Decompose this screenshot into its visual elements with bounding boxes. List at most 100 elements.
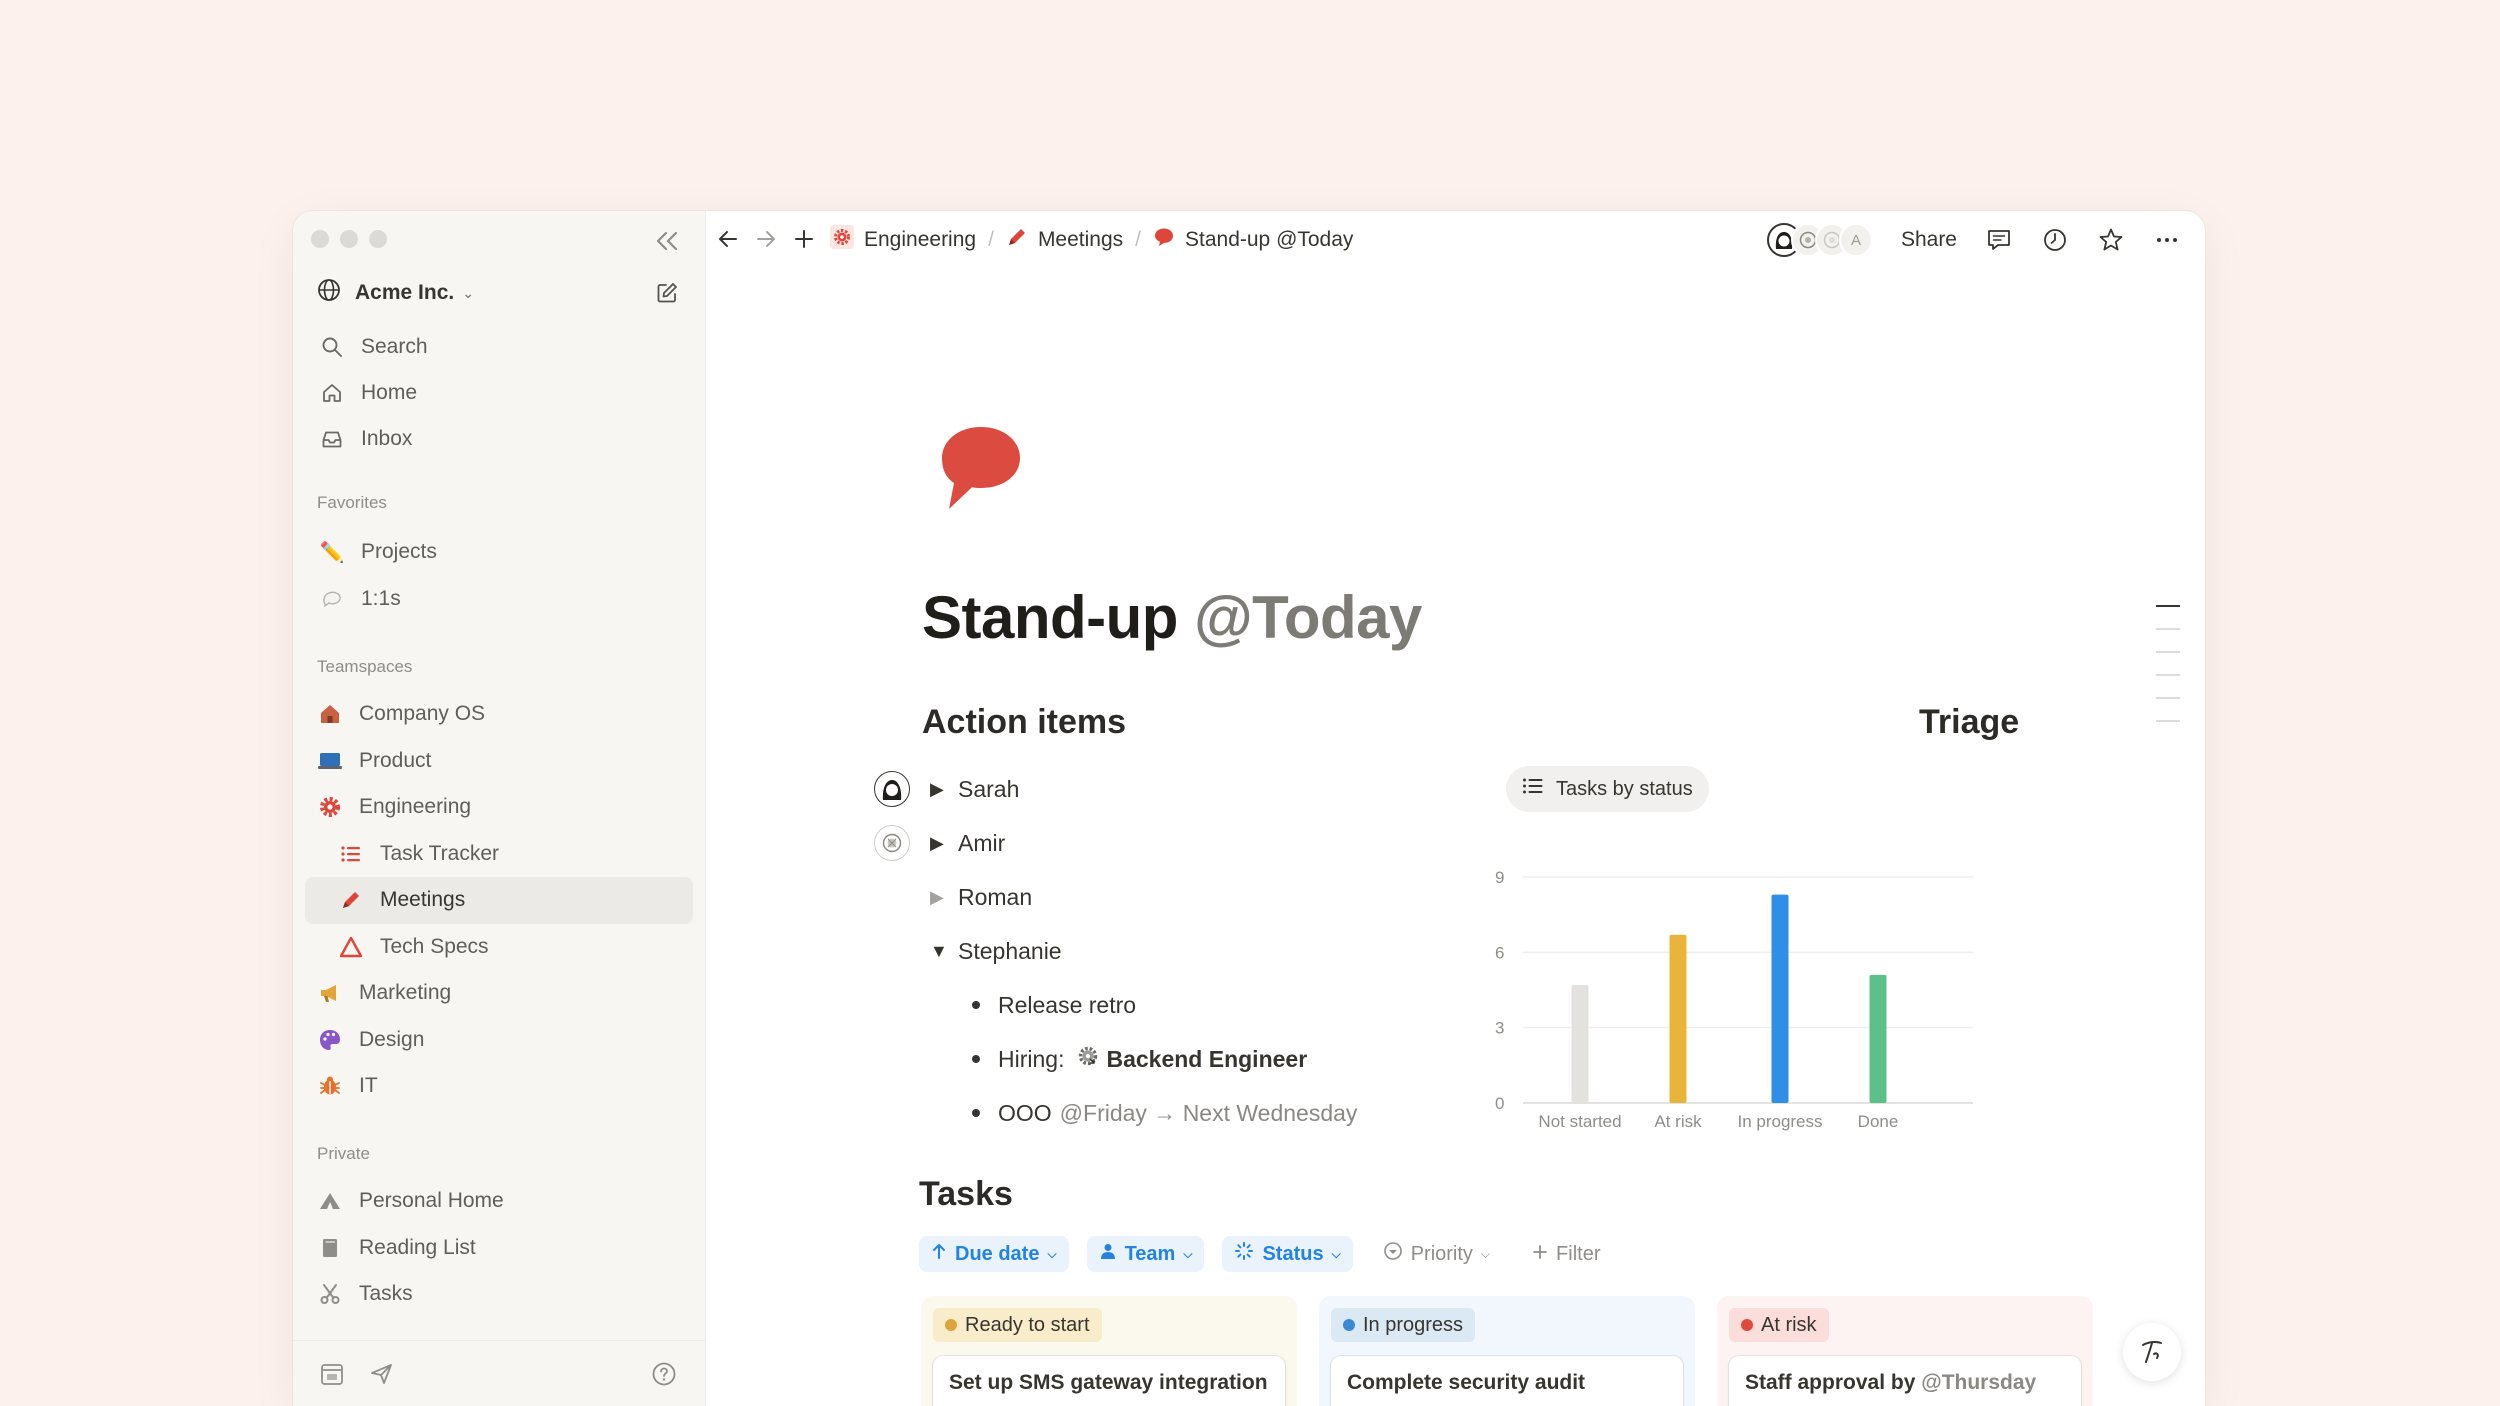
list-item[interactable]: Release retro: [874, 978, 1434, 1032]
chart-view-chip[interactable]: Tasks by status: [1506, 766, 1709, 812]
sidebar-item-engineering[interactable]: Engineering: [317, 784, 687, 831]
y-tick-label: 0: [1495, 1094, 1504, 1113]
back-arrow-icon[interactable]: [716, 227, 740, 251]
sidebar: Acme Inc. ⌄ Search Home Inbox Favorites …: [293, 211, 706, 1406]
task-card[interactable]: Set up SMS gateway integration: [933, 1356, 1285, 1406]
page-title[interactable]: Stand-up @Today: [922, 583, 1422, 652]
star-icon[interactable]: [2097, 226, 2125, 254]
breadcrumb-current-page[interactable]: Stand-up @Today: [1153, 226, 1353, 254]
send-icon[interactable]: [369, 1361, 395, 1392]
sidebar-item-1-1s[interactable]: 1:1s: [317, 576, 687, 623]
collaborator-avatars[interactable]: A: [1766, 223, 1873, 257]
list-icon: [338, 841, 364, 867]
toggle-roman[interactable]: ▶ Roman: [874, 870, 1434, 924]
breadcrumb: Engineering / Meetings / Stand-up @Today: [830, 225, 1353, 255]
laptop-icon: [317, 748, 343, 774]
topbar: Engineering / Meetings / Stand-up @Today…: [706, 211, 2205, 271]
chevron-down-icon: ⌵: [1183, 1246, 1193, 1261]
help-icon[interactable]: [651, 1361, 677, 1392]
chart-bar[interactable]: [1771, 894, 1789, 1103]
sidebar-item-tech-specs[interactable]: Tech Specs: [317, 924, 687, 971]
sidebar-item-it[interactable]: IT: [317, 1063, 687, 1110]
sidebar-item-company-os[interactable]: Company OS: [317, 691, 687, 738]
ai-assistant-button[interactable]: [2123, 1323, 2181, 1381]
breadcrumb-label: Stand-up @Today: [1185, 228, 1354, 251]
toggle-arrow-icon[interactable]: ▶: [930, 779, 958, 800]
minimize-window-button[interactable]: [340, 230, 358, 248]
table-of-contents-minimap[interactable]: [2156, 605, 2180, 743]
more-options-icon[interactable]: [2153, 226, 2181, 254]
list-item[interactable]: Hiring: Backend Engineer: [874, 1032, 1434, 1086]
toggle-arrow-open-icon[interactable]: ▼: [930, 941, 958, 962]
history-clock-icon[interactable]: [2041, 226, 2069, 254]
sidebar-item-tasks[interactable]: Tasks: [317, 1271, 687, 1318]
share-button[interactable]: Share: [1901, 228, 1957, 252]
gear-icon: [830, 225, 854, 255]
add-filter-button[interactable]: Filter: [1520, 1236, 1612, 1272]
date-mention[interactable]: @Friday → Next Wednesday: [1060, 1100, 1358, 1127]
date-mention[interactable]: @Today: [1194, 584, 1422, 651]
sidebar-item-personal-home[interactable]: Personal Home: [317, 1178, 687, 1225]
sidebar-item-design[interactable]: Design: [317, 1017, 687, 1064]
filter-priority-chip[interactable]: Priority ⌵: [1371, 1236, 1502, 1272]
sidebar-item-task-tracker[interactable]: Task Tracker: [317, 831, 687, 878]
task-card[interactable]: Complete security audit: [1331, 1356, 1683, 1406]
new-page-icon[interactable]: [651, 277, 683, 309]
book-icon: [317, 1235, 343, 1261]
calendar-icon[interactable]: [319, 1361, 345, 1392]
date-mention[interactable]: @Thursday: [1921, 1371, 2036, 1394]
chart-bar[interactable]: [1869, 974, 1887, 1103]
y-tick-label: 9: [1495, 868, 1504, 887]
plus-icon[interactable]: [792, 227, 816, 251]
toggle-stephanie[interactable]: ▼ Stephanie: [874, 924, 1434, 978]
app-window: Acme Inc. ⌄ Search Home Inbox Favorites …: [293, 211, 2205, 1406]
status-badge[interactable]: In progress: [1331, 1308, 1476, 1342]
status-badge[interactable]: At risk: [1729, 1308, 1829, 1342]
chart-bar[interactable]: [1669, 934, 1687, 1103]
filter-team-chip[interactable]: Team ⌵: [1086, 1236, 1205, 1272]
status-badge[interactable]: Ready to start: [933, 1308, 1102, 1342]
breadcrumb-engineering[interactable]: Engineering: [830, 225, 976, 255]
page-speech-bubble-icon[interactable]: [934, 421, 1028, 515]
chat-bubble-icon: [319, 586, 345, 612]
sidebar-item-projects[interactable]: ✏️ Projects: [317, 529, 687, 576]
close-window-button[interactable]: [311, 230, 329, 248]
inbox-icon: [319, 426, 345, 452]
forward-arrow-icon[interactable]: [754, 227, 778, 251]
breadcrumb-meetings[interactable]: Meetings: [1006, 226, 1123, 254]
page-link[interactable]: Backend Engineer: [1106, 1046, 1307, 1073]
sort-due-date-chip[interactable]: Due date ⌵: [919, 1236, 1069, 1272]
sidebar-item-label: IT: [359, 1074, 378, 1098]
sidebar-item-meetings[interactable]: Meetings: [305, 877, 693, 924]
list-item[interactable]: OOO @Friday → Next Wednesday: [874, 1086, 1434, 1140]
toggle-amir[interactable]: ▶ Amir: [874, 816, 1434, 870]
chart-bar[interactable]: [1571, 984, 1589, 1103]
breadcrumb-label: Engineering: [864, 228, 977, 251]
workspace-switcher[interactable]: Acme Inc. ⌄: [317, 275, 474, 311]
sidebar-item-inbox[interactable]: Inbox: [317, 416, 687, 462]
chevron-down-icon: ⌄: [462, 284, 474, 301]
sidebar-item-search[interactable]: Search: [317, 324, 687, 370]
sidebar-item-label: Projects: [361, 540, 437, 564]
scissors-icon: [317, 1281, 343, 1307]
sidebar-item-label: Personal Home: [359, 1189, 504, 1213]
sidebar-item-marketing[interactable]: Marketing: [317, 970, 687, 1017]
filter-status-chip[interactable]: Status ⌵: [1222, 1236, 1353, 1272]
toggle-arrow-icon[interactable]: ▶: [930, 833, 958, 854]
house-icon: [317, 701, 343, 727]
task-card-title: Staff approval by: [1745, 1371, 1916, 1394]
bug-icon: [317, 1073, 343, 1099]
private-heading: Private: [317, 1144, 370, 1163]
collapse-sidebar-icon[interactable]: [651, 225, 683, 257]
sidebar-item-reading-list[interactable]: Reading List: [317, 1225, 687, 1272]
sidebar-item-home[interactable]: Home: [317, 370, 687, 416]
toggle-sarah[interactable]: ▶ Sarah: [874, 762, 1434, 816]
home-sketch-icon: [317, 1188, 343, 1214]
comments-icon[interactable]: [1985, 226, 2013, 254]
window-controls: [311, 230, 387, 248]
task-card[interactable]: Staff approval by @Thursday: [1729, 1356, 2081, 1406]
maximize-window-button[interactable]: [369, 230, 387, 248]
sidebar-item-product[interactable]: Product: [317, 738, 687, 785]
board-column: In progress Complete security audit: [1319, 1296, 1695, 1406]
toggle-arrow-icon[interactable]: ▶: [930, 887, 958, 908]
